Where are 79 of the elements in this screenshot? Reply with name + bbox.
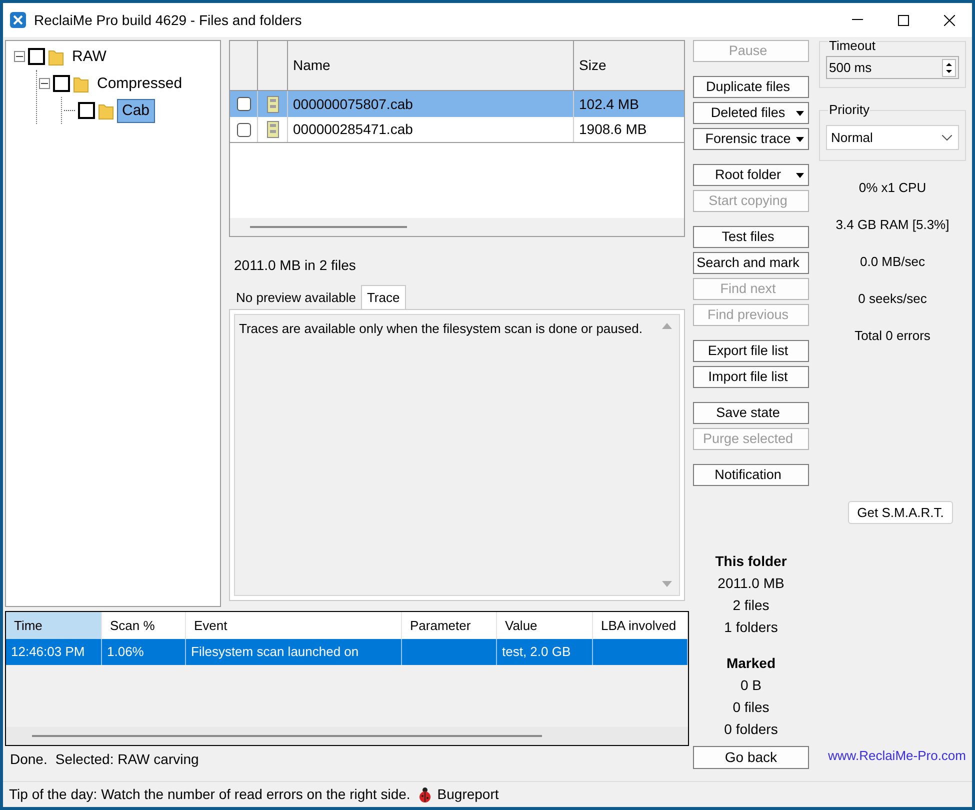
chevron-down-icon	[942, 134, 952, 140]
system-stat: 0.0 MB/sec	[860, 255, 926, 269]
group-label: Priority	[828, 103, 870, 117]
status-text: Done.	[10, 750, 48, 768]
smart-button[interactable]: Get S.M.A.R.T.	[848, 501, 953, 524]
close-icon	[944, 14, 954, 26]
tree-checkbox[interactable]	[28, 48, 45, 65]
tree-checkbox[interactable]	[53, 75, 70, 92]
scrollbar-thumb[interactable]	[250, 226, 407, 228]
stats-heading: Marked	[726, 654, 776, 673]
tip-text: Tip of the day: Watch the number of read errors on the right side.	[9, 785, 410, 804]
archive-file-icon	[266, 96, 278, 112]
ladybug-icon	[418, 786, 432, 802]
action-button[interactable]: Deleted files	[693, 102, 809, 124]
dropdown-caret-icon	[796, 172, 804, 178]
log-cell: 12:46:03 PM	[6, 639, 102, 665]
log-cell: test, 2.0 GB	[497, 639, 593, 665]
action-button[interactable]: Root folder	[693, 164, 809, 186]
bugreport-link[interactable]: Bugreport	[437, 784, 499, 805]
folder-icon	[73, 74, 89, 92]
action-button[interactable]: Notification	[693, 464, 809, 486]
system-stat: 3.4 GB RAM [5.3%]	[836, 218, 950, 232]
action-button[interactable]: Duplicate files	[693, 76, 809, 98]
window-title: ReclaiMe Pro build 4629 - Files and folders	[34, 10, 302, 30]
column-header[interactable]: Size	[574, 41, 684, 90]
stats-value: 1 folders	[724, 618, 778, 637]
file-size-cell-text: 102.4 MB	[578, 94, 640, 114]
timeout-spin-field[interactable]: 500 ms	[826, 56, 959, 79]
file-name-cell: 000000285471.cab	[288, 117, 574, 142]
folder-icon	[98, 102, 114, 120]
stats-value: 0 B	[740, 676, 762, 695]
stats-value: 2 files	[732, 596, 770, 615]
files-summary: 2011.0 MB in 2 files	[234, 256, 357, 275]
file-row[interactable]: 000000075807.cab 102.4 MB	[230, 91, 684, 117]
column-header[interactable]: Time	[6, 612, 102, 639]
priority-select[interactable]: Normal	[826, 125, 959, 150]
action-button[interactable]: Export file list	[693, 340, 809, 362]
archive-file-icon	[266, 121, 278, 138]
stats-value: 0 folders	[724, 720, 778, 739]
action-button[interactable]: Forensic trace	[693, 128, 809, 150]
dropdown-caret-icon	[796, 136, 804, 142]
system-stat: 0% x1 CPU	[858, 181, 926, 195]
spin-arrows-icon[interactable]	[942, 58, 956, 76]
stats-heading: This folder	[715, 552, 787, 571]
folder-icon	[48, 48, 64, 66]
status-text: Selected: RAW carving	[55, 750, 199, 769]
action-button[interactable]: Save state	[693, 402, 809, 424]
website-link[interactable]: www.ReclaiMe-Pro.com	[828, 746, 966, 765]
tree-checkbox[interactable]	[78, 102, 95, 119]
preview-tab[interactable]: Trace	[360, 285, 406, 309]
minimize-icon	[852, 19, 862, 21]
action-button[interactable]: Import file list	[693, 366, 809, 388]
stats-value: 2011.0 MB	[718, 574, 784, 593]
file-size-cell-text: 1908.6 MB	[578, 120, 648, 139]
app-icon	[10, 12, 26, 28]
column-header[interactable]: Name	[288, 41, 574, 90]
system-stat: 0 seeks/sec	[858, 292, 927, 306]
action-button[interactable]: Search and mark	[693, 252, 809, 274]
tree-item[interactable]: RAW	[67, 44, 112, 68]
tree-item[interactable]: Cab	[117, 98, 155, 122]
collapse-toggle[interactable]	[39, 78, 50, 89]
preview-tab[interactable]: No preview available	[231, 287, 361, 309]
dropdown-caret-icon	[796, 110, 804, 116]
stats-value: 0 files	[732, 698, 770, 717]
action-button[interactable]: Test files	[693, 226, 809, 248]
tree-item[interactable]: Compressed	[92, 72, 188, 96]
file-row[interactable]: 000000285471.cab 1908.6 MB	[230, 117, 684, 143]
row-checkbox[interactable]	[236, 97, 250, 111]
row-checkbox[interactable]	[236, 122, 250, 136]
maximize-icon	[898, 14, 908, 26]
log-row[interactable]: 12:46:03 PM 1.06% Filesystem scan launched on test, 2.0 GB	[6, 639, 688, 665]
system-stat: Total 0 errors	[854, 329, 930, 343]
log-cell: Filesystem scan launched on	[186, 639, 402, 665]
log-cell: 1.06%	[102, 639, 186, 665]
trace-message: Traces are available only when the filesystem scan is done or paused.	[239, 320, 644, 338]
group-label: Timeout	[828, 39, 876, 53]
scrollbar-thumb[interactable]	[32, 735, 542, 737]
collapse-toggle[interactable]	[14, 51, 25, 62]
go-back-button[interactable]: Go back	[693, 746, 809, 769]
